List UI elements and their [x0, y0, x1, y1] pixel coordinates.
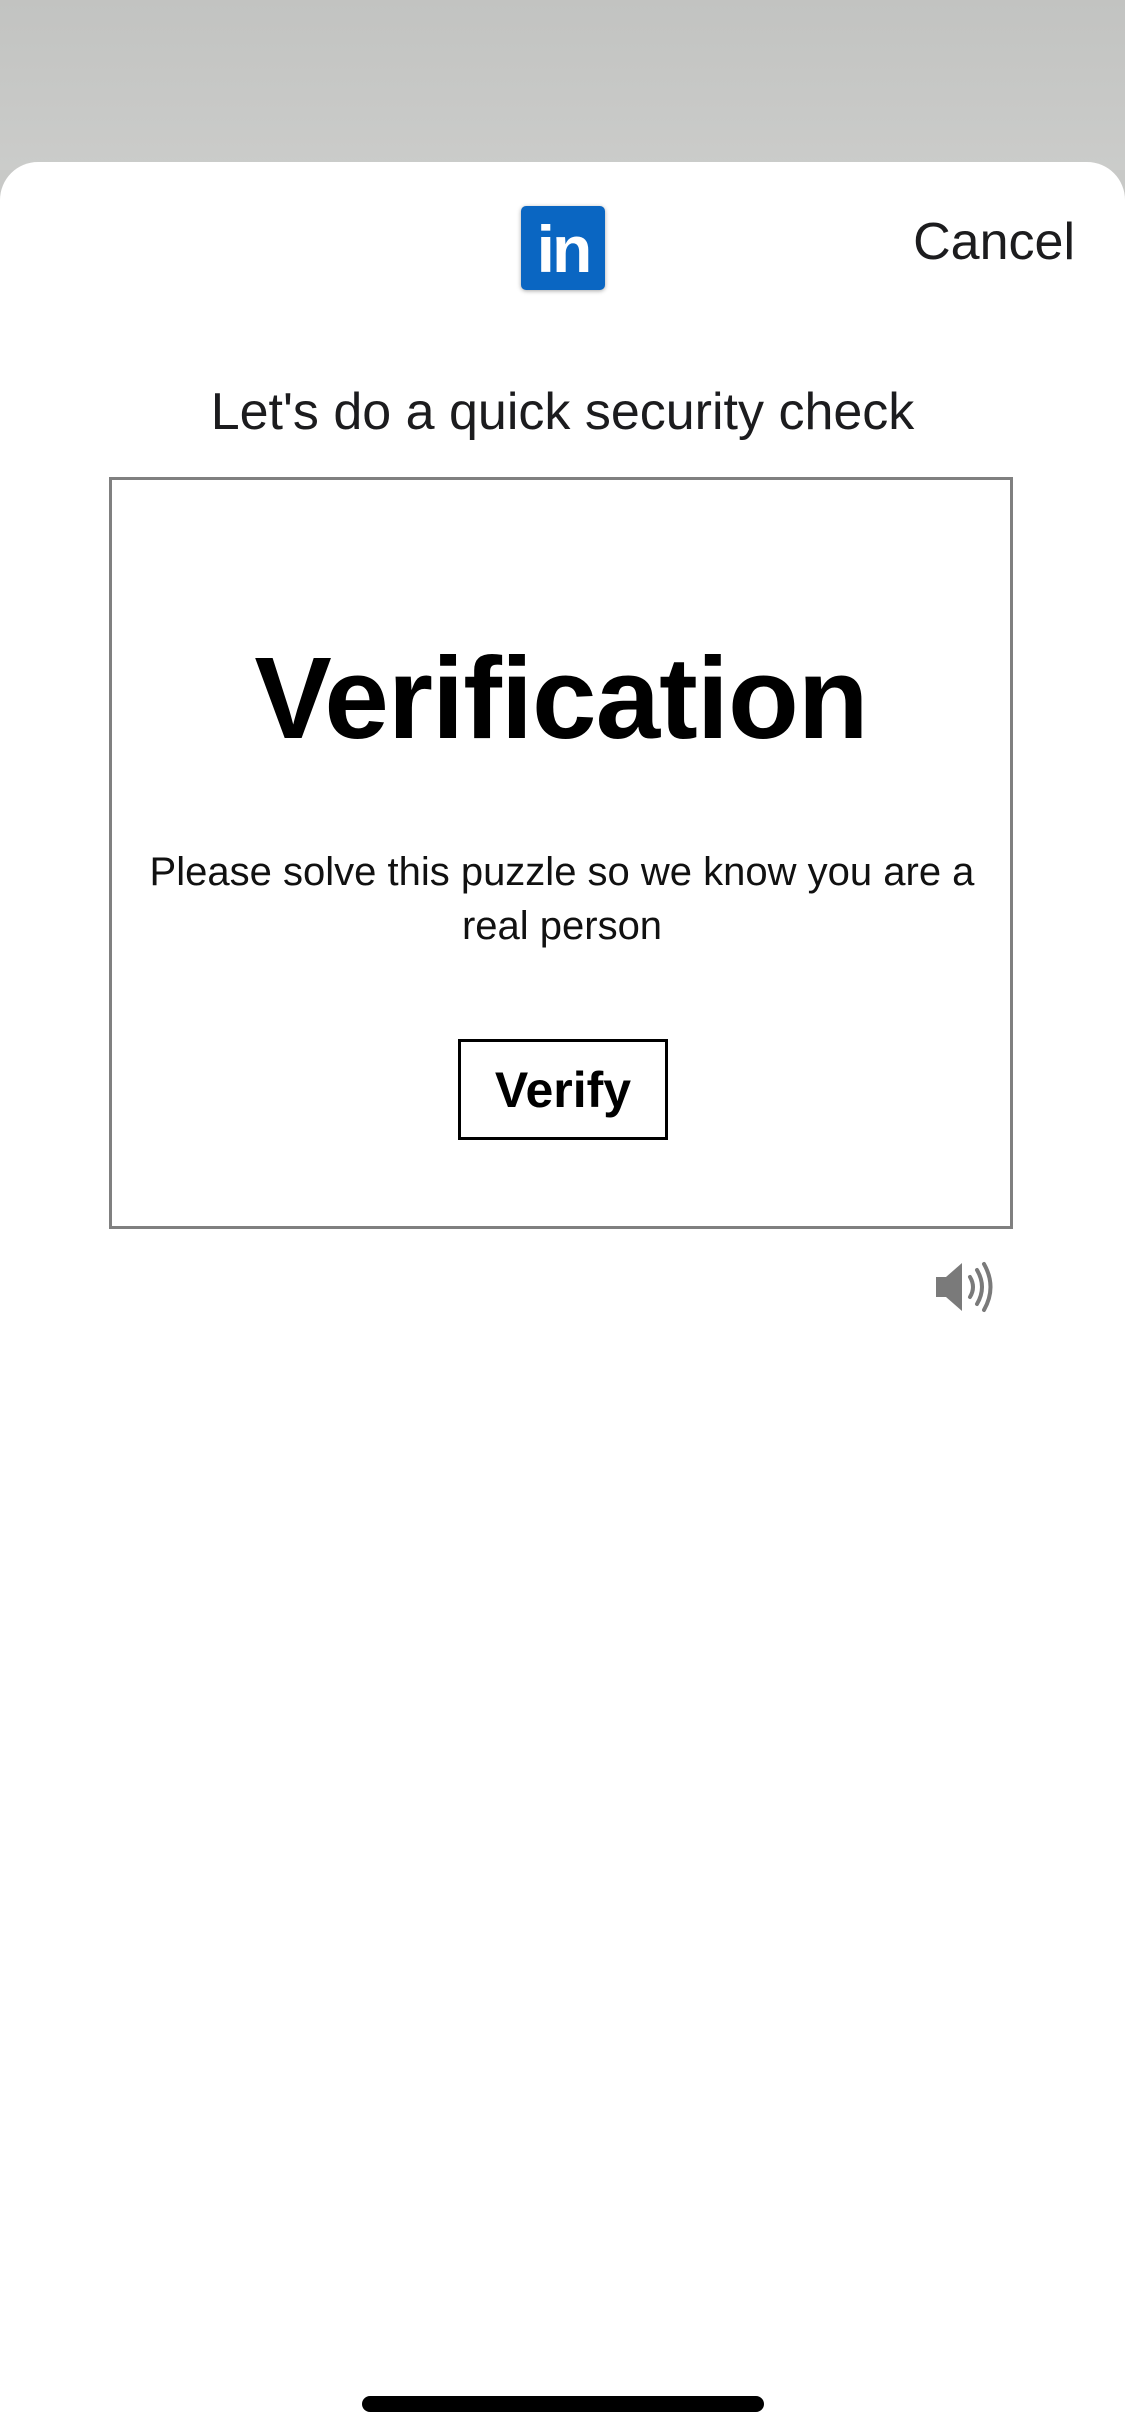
- home-indicator[interactable]: [362, 2396, 764, 2412]
- page-title: Let's do a quick security check: [210, 383, 915, 441]
- cancel-button[interactable]: Cancel: [913, 212, 1075, 272]
- security-check-sheet: in Cancel Let's do a quick security chec…: [0, 162, 1125, 2436]
- speaker-audio-icon[interactable]: [934, 1259, 996, 1315]
- linkedin-logo-icon: in: [521, 206, 605, 290]
- logo-text: in: [536, 212, 593, 286]
- verification-card: Verification Please solve this puzzle so…: [109, 477, 1013, 1229]
- verify-button[interactable]: Verify: [458, 1039, 668, 1140]
- verification-description: Please solve this puzzle so we know you …: [149, 850, 975, 948]
- dimmed-backdrop: [0, 0, 1125, 170]
- verification-title: Verification: [254, 633, 868, 763]
